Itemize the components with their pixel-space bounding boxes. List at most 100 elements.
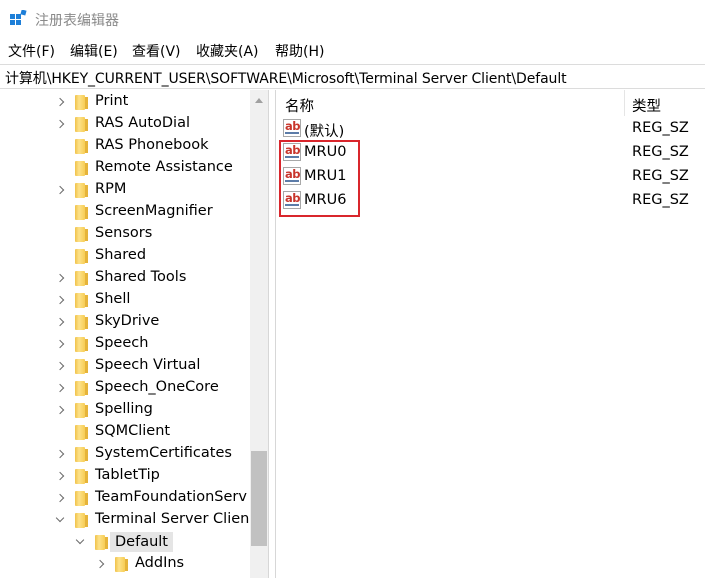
value-row-default[interactable]: ab (默认) REG_SZ (277, 117, 705, 141)
tree-item-default[interactable]: Default (0, 531, 250, 553)
tree-item-label: Sensors (95, 225, 153, 241)
folder-icon (75, 117, 88, 132)
pane-splitter[interactable] (268, 90, 276, 578)
folder-open-icon (95, 535, 108, 550)
menu-help[interactable]: 帮助(H) (275, 41, 324, 61)
folder-icon (75, 469, 88, 484)
tree-item-speech[interactable]: Speech (0, 333, 250, 355)
tree-item-sqmclient[interactable]: SQMClient (0, 421, 250, 443)
tree-item-skydrive[interactable]: SkyDrive (0, 311, 250, 333)
tree-item-label: AddIns (135, 555, 185, 571)
chevron-right-icon[interactable] (56, 185, 66, 195)
tree-item-addins[interactable]: AddIns (0, 553, 250, 575)
tree-item-systemcertificates[interactable]: SystemCertificates (0, 443, 250, 465)
tree-item-teamfoundationserver[interactable]: TeamFoundationServ (0, 487, 250, 509)
folder-icon (75, 403, 88, 418)
folder-icon (75, 315, 88, 330)
annotation-highlight-box (279, 140, 360, 217)
tree-item-label: Speech (95, 335, 149, 351)
tree-item-label: Speech_OneCore (95, 379, 219, 395)
menu-file[interactable]: 文件(F) (8, 41, 55, 61)
folder-open-icon (75, 513, 88, 528)
chevron-down-icon[interactable] (75, 537, 85, 547)
address-path[interactable]: 计算机\HKEY_CURRENT_USER\SOFTWARE\Microsoft… (5, 68, 567, 88)
folder-icon (75, 293, 88, 308)
tree-item-shell[interactable]: Shell (0, 289, 250, 311)
folder-icon (75, 337, 88, 352)
folder-icon (75, 95, 88, 110)
chevron-down-icon[interactable] (55, 515, 65, 525)
column-separator[interactable] (624, 90, 625, 116)
tree-item-tablettip[interactable]: TabletTip (0, 465, 250, 487)
tree-item-shared-tools[interactable]: Shared Tools (0, 267, 250, 289)
chevron-right-icon[interactable] (56, 295, 66, 305)
value-type: REG_SZ (632, 192, 689, 208)
tree-item-label: ScreenMagnifier (95, 203, 213, 219)
title-bar: 注册表编辑器 (0, 0, 705, 38)
tree-item-label: Shared Tools (95, 269, 187, 285)
folder-icon (75, 249, 88, 264)
tree-item-shared[interactable]: Shared (0, 245, 250, 267)
chevron-right-icon[interactable] (56, 339, 66, 349)
chevron-right-icon[interactable] (56, 273, 66, 283)
chevron-right-icon[interactable] (56, 383, 66, 393)
menu-edit[interactable]: 编辑(E) (70, 41, 118, 61)
chevron-right-icon[interactable] (56, 493, 66, 503)
folder-icon (75, 161, 88, 176)
chevron-right-icon[interactable] (56, 471, 66, 481)
tree-item-print[interactable]: Print (0, 91, 250, 113)
tree-item-label: RAS Phonebook (95, 137, 209, 153)
tree-item-label: SQMClient (95, 423, 171, 439)
scrollbar-thumb[interactable] (251, 451, 267, 546)
tree-item-speech-virtual[interactable]: Speech Virtual (0, 355, 250, 377)
chevron-right-icon[interactable] (96, 559, 106, 569)
scroll-up-arrow-icon[interactable] (255, 98, 263, 103)
tree-item-label: TeamFoundationServ (95, 489, 247, 505)
folder-icon (75, 183, 88, 198)
folder-icon (75, 205, 88, 220)
tree-item-ras-autodial[interactable]: RAS AutoDial (0, 113, 250, 135)
tree-item-screenmagnifier[interactable]: ScreenMagnifier (0, 201, 250, 223)
menu-favorites[interactable]: 收藏夹(A) (196, 41, 259, 61)
chevron-right-icon[interactable] (56, 405, 66, 415)
folder-icon (75, 271, 88, 286)
chevron-right-icon[interactable] (56, 317, 66, 327)
tree-item-label: Print (95, 93, 129, 109)
address-bar[interactable]: 计算机\HKEY_CURRENT_USER\SOFTWARE\Microsoft… (0, 64, 705, 89)
folder-icon (75, 425, 88, 440)
tree-item-sensors[interactable]: Sensors (0, 223, 250, 245)
tree-item-label: Speech Virtual (95, 357, 201, 373)
tree-item-rpm[interactable]: RPM (0, 179, 250, 201)
menu-view[interactable]: 查看(V) (132, 41, 181, 61)
tree-item-label: Shared (95, 247, 147, 263)
value-type: REG_SZ (632, 144, 689, 160)
tree-item-spelling[interactable]: Spelling (0, 399, 250, 421)
column-header-type[interactable]: 类型 (632, 95, 661, 116)
tree-item-label: TabletTip (95, 467, 160, 483)
tree-item-label: RAS AutoDial (95, 115, 190, 131)
tree-item-remote-assistance[interactable]: Remote Assistance (0, 157, 250, 179)
chevron-right-icon[interactable] (56, 449, 66, 459)
tree-item-label: RPM (95, 181, 127, 197)
folder-icon (75, 447, 88, 462)
registry-editor-icon (10, 10, 27, 25)
chevron-right-icon[interactable] (56, 119, 66, 129)
folder-icon (75, 491, 88, 506)
chevron-right-icon[interactable] (56, 361, 66, 371)
key-tree[interactable]: Print RAS AutoDial RAS Phonebook Remote … (0, 90, 270, 578)
tree-item-label: Default (110, 532, 173, 552)
folder-icon (75, 227, 88, 242)
chevron-right-icon[interactable] (56, 97, 66, 107)
string-value-icon: ab (283, 119, 301, 137)
value-type: REG_SZ (632, 168, 689, 184)
column-header-name[interactable]: 名称 (285, 95, 314, 116)
folder-icon (75, 381, 88, 396)
tree-item-label: Remote Assistance (95, 159, 233, 175)
folder-icon (115, 557, 128, 572)
tree-item-speech-onecore[interactable]: Speech_OneCore (0, 377, 250, 399)
tree-scrollbar[interactable] (250, 90, 268, 578)
tree-item-label: SkyDrive (95, 313, 160, 329)
tree-item-terminal-server-client[interactable]: Terminal Server Clien (0, 509, 250, 531)
tree-item-ras-phonebook[interactable]: RAS Phonebook (0, 135, 250, 157)
tree-item-label: Terminal Server Clien (95, 511, 250, 527)
